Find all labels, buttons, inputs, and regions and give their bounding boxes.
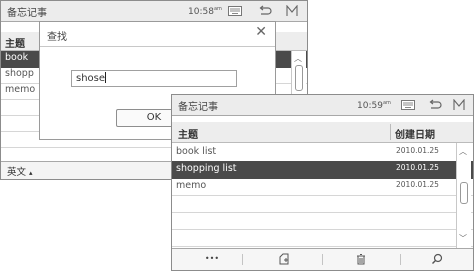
list-item-subject: shopping list (176, 163, 237, 174)
list-item-date: 2010.01.25 (396, 146, 439, 155)
front-window-titlebar: 备忘记事 10:59am (172, 95, 473, 116)
toolbar-separator (242, 254, 243, 265)
toolbar-separator (322, 254, 323, 265)
keyboard-icon[interactable] (228, 6, 242, 16)
dialog-title: 查找 (47, 32, 67, 43)
scroll-up-icon[interactable]: ︿ (459, 146, 467, 157)
menu-icon[interactable] (453, 99, 465, 111)
scroll-thumb[interactable] (460, 182, 468, 204)
app-title: 备忘记事 (178, 102, 218, 113)
list-item-date: 2010.01.25 (396, 180, 439, 189)
scroll-thumb[interactable] (295, 65, 303, 91)
clock: 10:59am (357, 100, 391, 111)
scroll-down-icon[interactable]: ﹀ (459, 233, 467, 244)
list-item-label: book (5, 52, 29, 63)
column-separator (390, 124, 391, 140)
list-item-subject: memo (176, 180, 207, 191)
front-window: 备忘记事 10:59am 主题 创建日期 book list 2010.01.2… (171, 94, 474, 271)
more-icon[interactable]: ••• (202, 254, 222, 263)
clock: 10:58am (188, 6, 222, 17)
app-title: 备忘记事 (7, 8, 47, 19)
delete-icon[interactable] (355, 253, 367, 265)
list-item-empty (172, 195, 473, 213)
back-window-titlebar: 备忘记事 10:58am (1, 1, 307, 22)
search-input[interactable]: shose (71, 70, 237, 87)
list-item-empty (172, 229, 473, 247)
close-icon[interactable]: ✕ (255, 24, 267, 40)
column-header-subject[interactable]: 主题 (178, 126, 198, 141)
list-item-empty (172, 212, 473, 230)
column-header-date[interactable]: 创建日期 (395, 126, 435, 141)
text-caret (105, 72, 107, 83)
bottom-toolbar: ••• (172, 248, 473, 270)
list-item[interactable]: book list 2010.01.25 (172, 144, 473, 162)
search-icon[interactable] (431, 253, 443, 265)
list-item-label: memo (5, 84, 36, 95)
divider (40, 46, 275, 47)
column-header[interactable]: 主题 创建日期 (172, 122, 473, 143)
list-item-subject: book list (176, 146, 217, 157)
menu-icon[interactable] (286, 5, 298, 17)
list-item-label: shopp (5, 68, 34, 79)
list-item[interactable]: shopping list 2010.01.25 (172, 161, 473, 179)
scroll-up-icon[interactable]: ︿ (294, 53, 302, 64)
scrollbar[interactable]: ︿ ﹀ (456, 143, 471, 249)
list-item[interactable]: memo 2010.01.25 (172, 178, 473, 196)
back-icon[interactable] (428, 98, 442, 112)
input-method-switch[interactable]: 英文 ▴ (7, 164, 33, 178)
toolbar-separator (400, 254, 401, 265)
new-note-icon[interactable] (278, 253, 290, 265)
column-header-subject: 主题 (5, 39, 25, 50)
back-icon[interactable] (258, 4, 272, 18)
keyboard-icon[interactable] (401, 100, 415, 110)
list-item-date: 2010.01.25 (396, 163, 439, 172)
